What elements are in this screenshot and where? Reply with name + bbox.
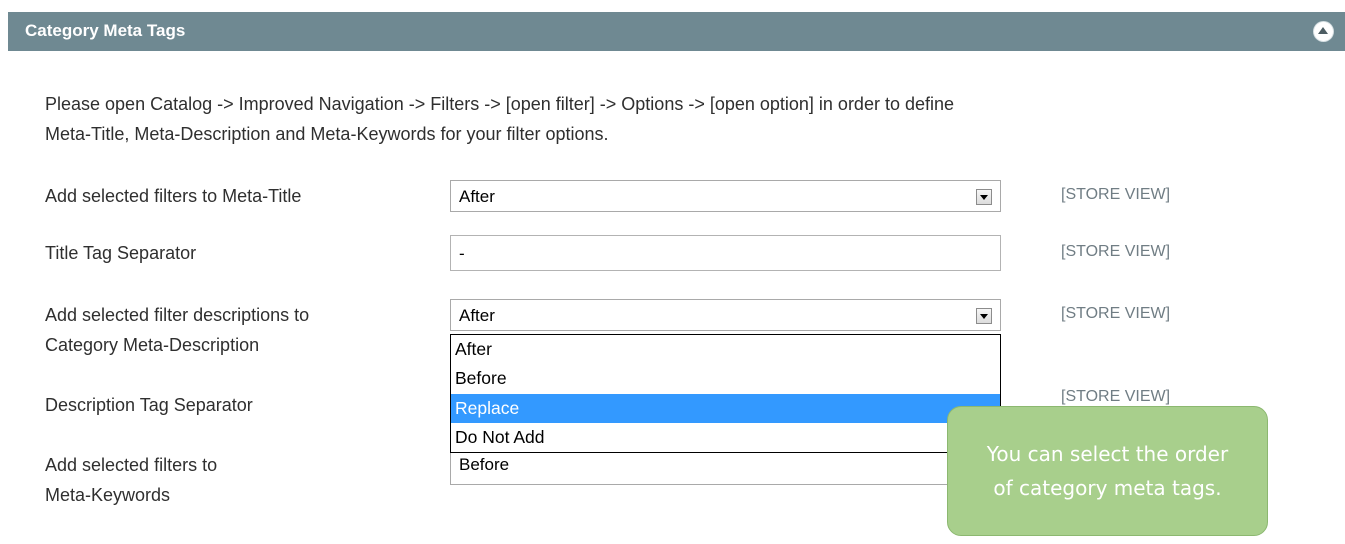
- meta-keywords-label-line1: Add selected filters to: [45, 455, 218, 475]
- meta-keywords-label-line2: Meta-Keywords: [45, 485, 171, 505]
- section-title: Category Meta Tags: [25, 21, 186, 40]
- meta-description-scope: [STORE VIEW]: [1061, 305, 1171, 322]
- dropdown-option[interactable]: Do Not Add: [451, 423, 1000, 452]
- meta-keywords-select-value: Before: [459, 455, 510, 474]
- meta-keywords-label: Add selected filters to Meta-Keywords: [45, 450, 217, 510]
- meta-title-label: Add selected filters to Meta-Title: [45, 186, 302, 206]
- meta-title-select[interactable]: After: [450, 180, 1001, 212]
- description-separator-label: Description Tag Separator: [45, 395, 253, 415]
- help-callout-text: You can select the order of category met…: [948, 437, 1267, 505]
- meta-description-label-line1: Add selected filter descriptions to: [45, 305, 310, 325]
- intro-text: Please open Catalog -> Improved Navigati…: [45, 89, 1275, 149]
- title-separator-scope: [STORE VIEW]: [1061, 243, 1171, 260]
- title-separator-label: Title Tag Separator: [45, 243, 197, 263]
- dropdown-option[interactable]: Before: [451, 364, 1000, 393]
- intro-line-1: Please open Catalog -> Improved Navigati…: [45, 94, 955, 114]
- meta-title-select-value: After: [459, 187, 495, 206]
- intro-line-2: Meta-Title, Meta-Description and Meta-Ke…: [45, 124, 609, 144]
- help-callout-line1: You can select the order: [986, 442, 1229, 466]
- dropdown-option-highlighted[interactable]: Replace: [451, 393, 1000, 423]
- meta-description-label-line2: Category Meta-Description: [45, 335, 260, 355]
- meta-description-dropdown-list[interactable]: After Before Replace Do Not Add: [450, 334, 1001, 453]
- dropdown-option[interactable]: After: [451, 335, 1000, 364]
- meta-keywords-select[interactable]: Before: [450, 453, 1001, 485]
- meta-description-select-value: After: [459, 306, 495, 325]
- title-separator-value: -: [459, 244, 465, 263]
- title-separator-input[interactable]: -: [450, 235, 1001, 271]
- meta-description-label: Add selected filter descriptions to Cate…: [45, 300, 309, 360]
- chevron-down-icon[interactable]: [976, 308, 992, 324]
- help-callout: You can select the order of category met…: [947, 406, 1268, 536]
- chevron-down-icon[interactable]: [976, 189, 992, 205]
- meta-title-scope: [STORE VIEW]: [1061, 186, 1171, 203]
- collapse-icon[interactable]: [1314, 22, 1333, 41]
- help-callout-line2: of category meta tags.: [993, 476, 1222, 500]
- section-header[interactable]: Category Meta Tags: [8, 12, 1345, 51]
- meta-description-select[interactable]: After: [450, 299, 1001, 331]
